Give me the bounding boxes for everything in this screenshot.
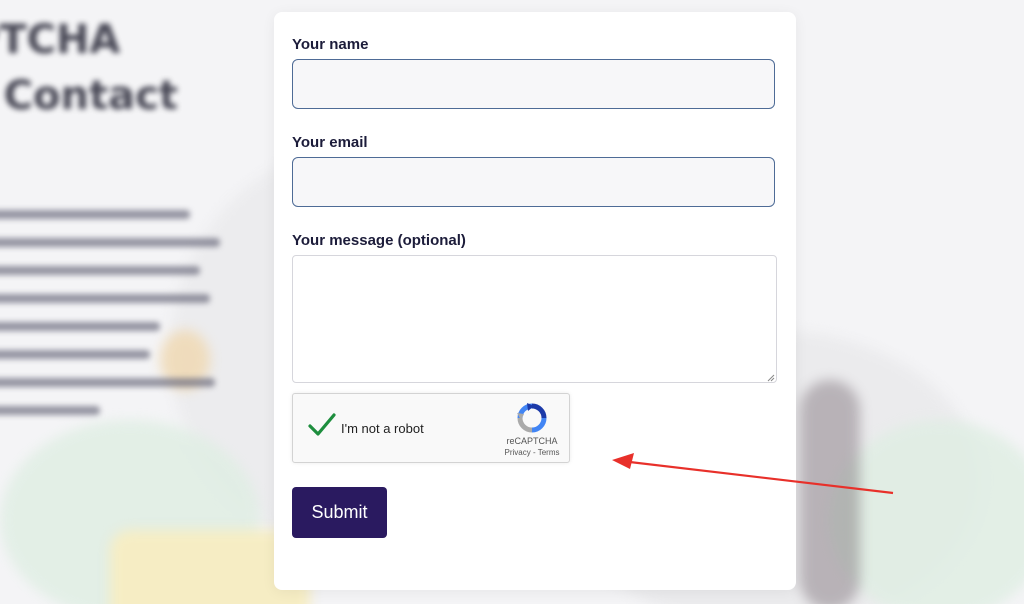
background-heading-line-1: PTCHA <box>0 17 121 63</box>
recaptcha-logo-icon <box>515 402 549 434</box>
contact-form-card: Your name Your email Your message (optio… <box>274 12 796 590</box>
name-input[interactable] <box>292 59 775 109</box>
bg-text-line <box>0 406 100 415</box>
recaptcha-privacy-link[interactable]: Privacy <box>505 448 531 457</box>
bg-text-line <box>0 350 150 359</box>
message-label: Your message (optional) <box>292 232 466 249</box>
submit-button[interactable]: Submit <box>292 487 387 538</box>
email-input[interactable] <box>292 157 775 207</box>
recaptcha-separator: - <box>530 448 538 457</box>
name-label: Your name <box>292 36 369 53</box>
recaptcha-checkbox-label[interactable]: I'm not a robot <box>341 421 424 436</box>
recaptcha-brand: reCAPTCHA <box>506 436 558 446</box>
check-icon[interactable] <box>307 412 337 438</box>
message-textarea[interactable] <box>292 255 777 383</box>
recaptcha-terms-link[interactable]: Terms <box>538 448 560 457</box>
recaptcha-links: Privacy - Terms <box>493 448 571 457</box>
bg-text-line <box>0 378 215 387</box>
background-heading: PTCHA r Contact <box>0 12 178 124</box>
recaptcha-widget: I'm not a robot reCAPTCHA Privacy - Term… <box>292 393 570 463</box>
bg-text-line <box>0 238 220 247</box>
bg-text-line <box>0 210 190 219</box>
bg-figure <box>800 380 860 604</box>
bg-text-line <box>0 322 160 331</box>
bg-text-line <box>0 266 200 275</box>
background-paragraph <box>0 210 230 434</box>
bg-text-line <box>0 294 210 303</box>
email-label: Your email <box>292 134 368 151</box>
background-heading-line-2: r Contact <box>3 73 178 119</box>
